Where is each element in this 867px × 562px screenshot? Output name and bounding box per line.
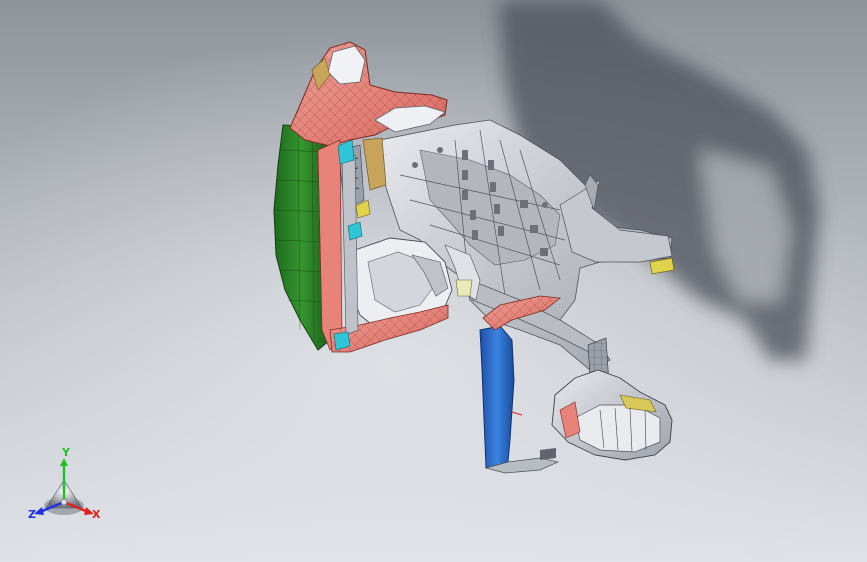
triad-graphic: Y X Z	[28, 446, 101, 521]
orientation-triad[interactable]: Y X Z	[22, 444, 106, 528]
model-scene[interactable]	[0, 0, 867, 562]
y-axis-label: Y	[61, 446, 71, 459]
cad-3d-viewport[interactable]: Y X Z	[0, 0, 867, 562]
z-axis-label: Z	[28, 508, 36, 521]
x-axis-label: X	[92, 508, 101, 521]
